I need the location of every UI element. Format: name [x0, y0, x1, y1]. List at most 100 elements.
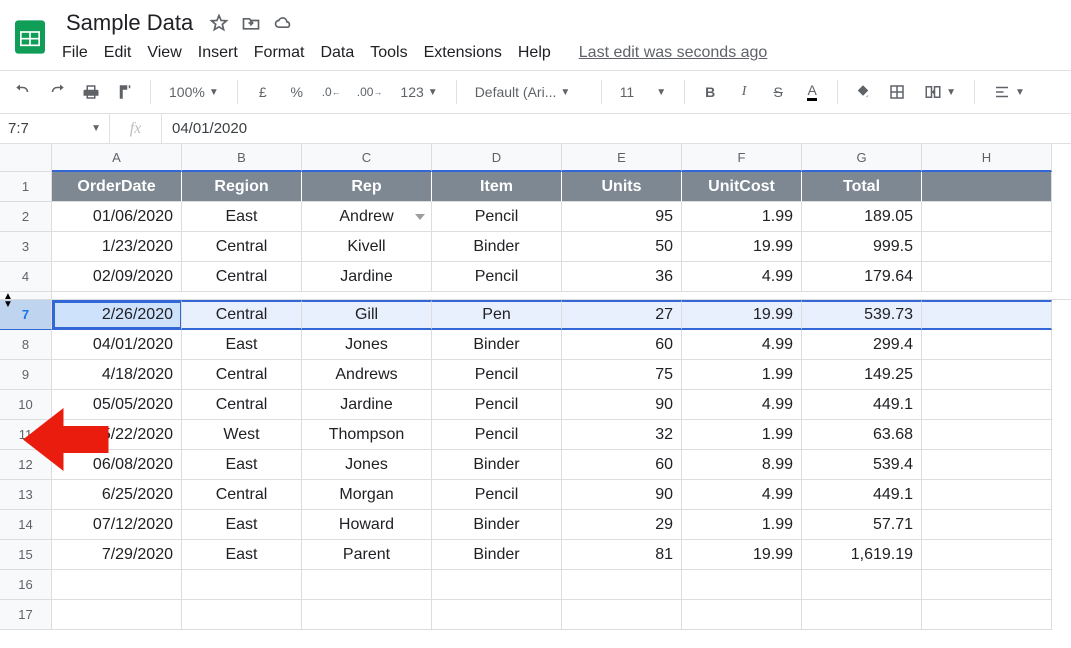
menu-data[interactable]: Data [320, 44, 354, 62]
horizontal-align-dropdown[interactable]: ▼ [987, 83, 1031, 101]
cell-unitcost[interactable]: 19.99 [682, 300, 802, 330]
zoom-dropdown[interactable]: 100%▼ [163, 84, 225, 100]
cell-unitcost[interactable]: 4.99 [682, 330, 802, 360]
merge-cells-dropdown[interactable]: ▼ [918, 83, 962, 101]
cell-empty[interactable] [682, 570, 802, 600]
cell-units[interactable]: 27 [562, 300, 682, 330]
italic-button[interactable]: I [731, 78, 757, 106]
cell-rep[interactable]: Thompson [302, 420, 432, 450]
font-size-dropdown[interactable]: 11▼ [614, 84, 672, 100]
cell-units[interactable]: 60 [562, 450, 682, 480]
cell-units[interactable]: 32 [562, 420, 682, 450]
row-header[interactable]: 17 [0, 600, 52, 630]
menu-file[interactable]: File [62, 44, 88, 62]
cell-rep[interactable]: Andrew [302, 202, 432, 232]
cell-empty[interactable] [432, 570, 562, 600]
cell-orderdate[interactable]: 05/05/2020 [52, 390, 182, 420]
cell-region[interactable]: Central [182, 360, 302, 390]
move-icon[interactable] [241, 13, 261, 33]
header-unitcost[interactable]: UnitCost [682, 172, 802, 202]
cell-region[interactable]: East [182, 450, 302, 480]
cell-item[interactable]: Binder [432, 232, 562, 262]
row-header[interactable]: 16 [0, 570, 52, 600]
sheets-app-icon[interactable] [8, 8, 52, 64]
fill-color-button[interactable] [850, 78, 876, 106]
cell-total[interactable]: 539.4 [802, 450, 922, 480]
number-format-dropdown[interactable]: 123▼ [394, 84, 443, 100]
cell-empty[interactable] [802, 570, 922, 600]
cell-blank[interactable] [922, 330, 1052, 360]
cell-total[interactable]: 299.4 [802, 330, 922, 360]
header-total[interactable]: Total [802, 172, 922, 202]
print-button[interactable] [78, 78, 104, 106]
menu-insert[interactable]: Insert [198, 44, 238, 62]
cell-units[interactable]: 29 [562, 510, 682, 540]
cell-item[interactable]: Pencil [432, 480, 562, 510]
col-header-C[interactable]: C [302, 144, 432, 172]
cell-rep[interactable]: Morgan [302, 480, 432, 510]
row-header[interactable]: 1 [0, 172, 52, 202]
cell-item[interactable]: Pencil [432, 262, 562, 292]
percent-button[interactable]: % [284, 78, 310, 106]
decrease-decimal-button[interactable]: .0← [318, 78, 345, 106]
cell-item[interactable]: Pen [432, 300, 562, 330]
cell-blank[interactable] [922, 450, 1052, 480]
bold-button[interactable]: B [697, 78, 723, 106]
cell-orderdate[interactable]: 02/09/2020 [52, 262, 182, 292]
strikethrough-button[interactable]: S [765, 78, 791, 106]
header-orderdate[interactable]: OrderDate [52, 172, 182, 202]
cell-units[interactable]: 60 [562, 330, 682, 360]
cell-unitcost[interactable]: 19.99 [682, 232, 802, 262]
cell-empty[interactable] [922, 570, 1052, 600]
cell-unitcost[interactable]: 1.99 [682, 360, 802, 390]
cell-total[interactable]: 179.64 [802, 262, 922, 292]
col-header-G[interactable]: G [802, 144, 922, 172]
cell-region[interactable]: West [182, 420, 302, 450]
row-header[interactable]: 8 [0, 330, 52, 360]
cell-region[interactable]: Central [182, 390, 302, 420]
currency-button[interactable]: £ [250, 78, 276, 106]
cell-orderdate[interactable]: 6/25/2020 [52, 480, 182, 510]
row-header[interactable]: 2 [0, 202, 52, 232]
cell-total[interactable]: 149.25 [802, 360, 922, 390]
cell-orderdate[interactable]: 06/08/2020 [52, 450, 182, 480]
cloud-status-icon[interactable] [273, 13, 293, 33]
cell-unitcost[interactable]: 8.99 [682, 450, 802, 480]
borders-button[interactable] [884, 78, 910, 106]
cell-orderdate[interactable]: 01/06/2020 [52, 202, 182, 232]
cell-rep[interactable]: Jones [302, 450, 432, 480]
last-edit-link[interactable]: Last edit was seconds ago [579, 44, 768, 62]
cell-region[interactable]: Central [182, 480, 302, 510]
header-rep[interactable]: Rep [302, 172, 432, 202]
redo-button[interactable] [44, 78, 70, 106]
cell-rep[interactable]: Kivell [302, 232, 432, 262]
col-header-F[interactable]: F [682, 144, 802, 172]
cell-unitcost[interactable]: 1.99 [682, 202, 802, 232]
formula-input[interactable]: 04/01/2020 [162, 120, 257, 137]
row-header[interactable]: 9 [0, 360, 52, 390]
col-header-B[interactable]: B [182, 144, 302, 172]
cell-units[interactable]: 81 [562, 540, 682, 570]
menu-extensions[interactable]: Extensions [424, 44, 502, 62]
row-header[interactable]: 3 [0, 232, 52, 262]
header-region[interactable]: Region [182, 172, 302, 202]
cell-orderdate[interactable]: 04/01/2020 [52, 330, 182, 360]
cell-rep[interactable]: Jones [302, 330, 432, 360]
row-header[interactable]: 10 [0, 390, 52, 420]
cell-total[interactable]: 189.05 [802, 202, 922, 232]
document-title[interactable]: Sample Data [62, 8, 197, 38]
cell-units[interactable]: 95 [562, 202, 682, 232]
col-header-A[interactable]: A [52, 144, 182, 172]
cell-total[interactable]: 449.1 [802, 390, 922, 420]
cell-unitcost[interactable]: 1.99 [682, 510, 802, 540]
row-header[interactable]: 11 [0, 420, 52, 450]
cell-empty[interactable] [182, 600, 302, 630]
menu-format[interactable]: Format [254, 44, 305, 62]
cell-empty[interactable] [682, 600, 802, 630]
font-dropdown[interactable]: Default (Ari...▼ [469, 84, 589, 100]
cell-unitcost[interactable]: 4.99 [682, 262, 802, 292]
cell-item[interactable]: Pencil [432, 360, 562, 390]
row-header[interactable]: 12 [0, 450, 52, 480]
cell-region[interactable]: East [182, 330, 302, 360]
paint-format-button[interactable] [112, 78, 138, 106]
